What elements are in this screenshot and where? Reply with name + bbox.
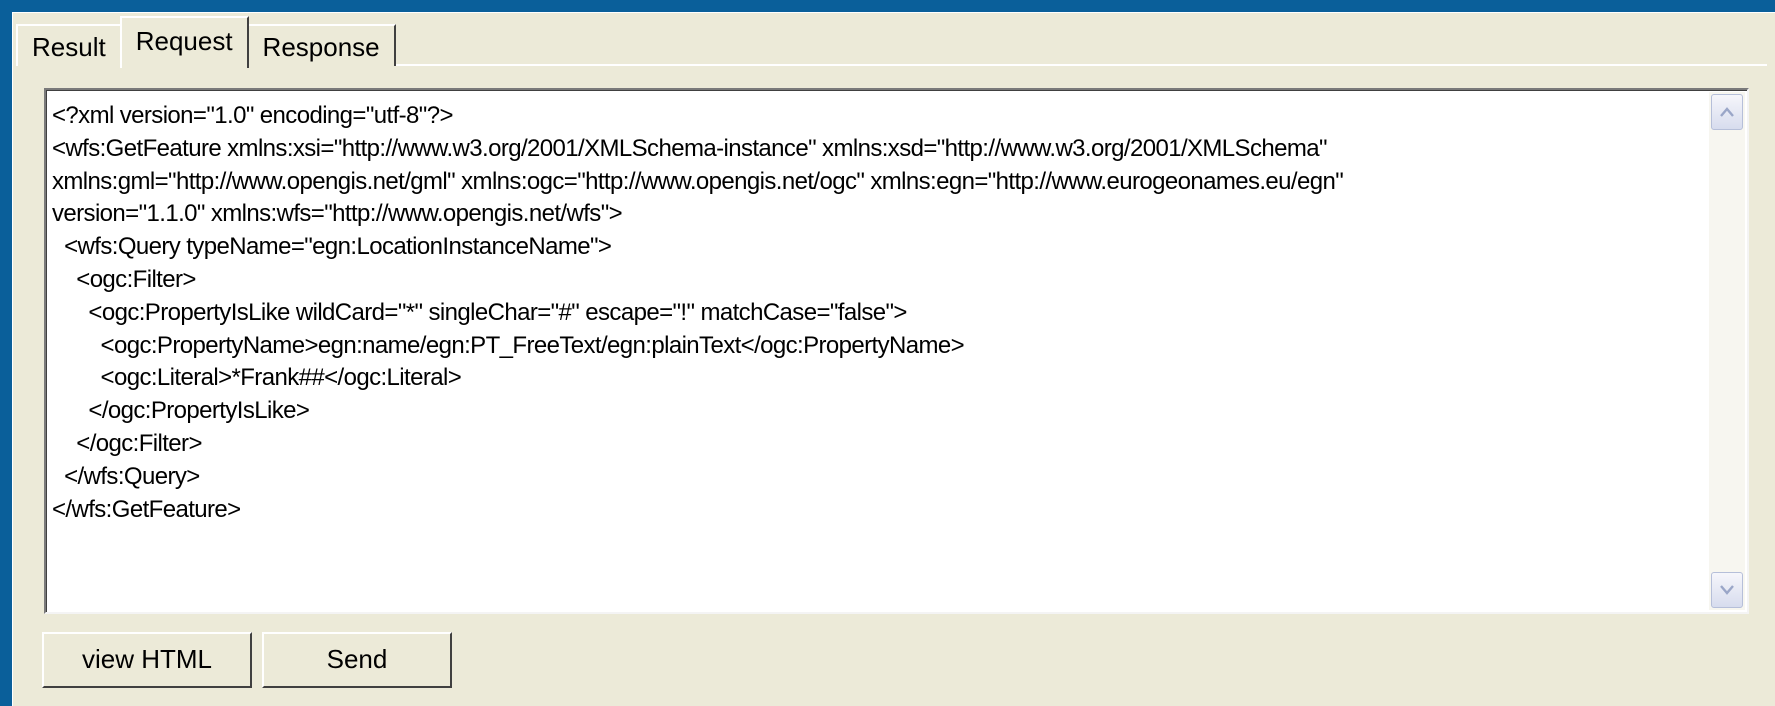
window: Result Request Response <?xml version="1…: [0, 0, 1775, 706]
tab-strip: Result Request Response: [16, 14, 396, 68]
request-xml-text[interactable]: <?xml version="1.0" encoding="utf-8"?> <…: [52, 100, 1702, 600]
request-text-area[interactable]: <?xml version="1.0" encoding="utf-8"?> <…: [44, 88, 1749, 614]
scroll-up-icon[interactable]: [1711, 94, 1743, 130]
scroll-down-icon[interactable]: [1711, 572, 1743, 608]
view-html-button[interactable]: view HTML: [42, 632, 252, 688]
send-button[interactable]: Send: [262, 632, 452, 688]
vertical-scrollbar[interactable]: [1709, 92, 1745, 610]
tab-result[interactable]: Result: [16, 24, 122, 66]
tab-request[interactable]: Request: [119, 16, 249, 68]
tab-response[interactable]: Response: [246, 24, 396, 66]
